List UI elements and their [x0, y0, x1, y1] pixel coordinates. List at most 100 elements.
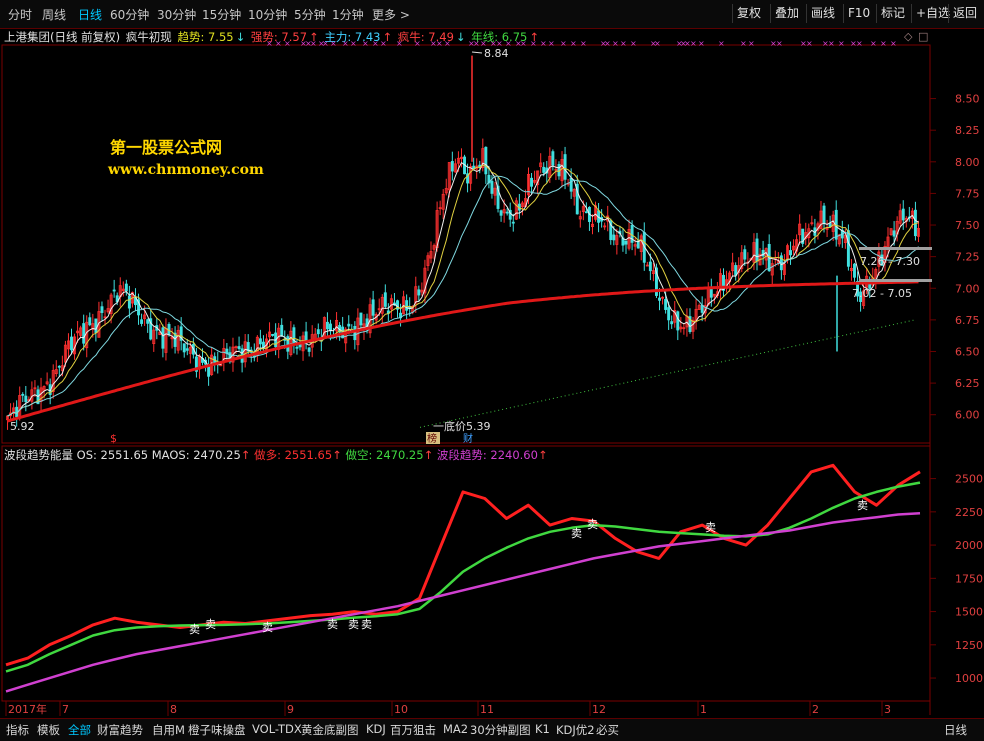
candle-body: [658, 297, 661, 301]
cai-tag-label[interactable]: 财: [463, 432, 473, 445]
tab-orange-trade[interactable]: 橙子味操盘: [188, 722, 246, 738]
period-more[interactable]: 更多 >: [372, 6, 410, 23]
candle-body: [484, 146, 488, 175]
signal-x-marker: ×: [612, 39, 619, 48]
diamond-icon[interactable]: ◇: [904, 30, 913, 43]
signal-x-marker: ×: [530, 39, 537, 48]
period-daily[interactable]: 日线: [78, 6, 102, 23]
overlay-button[interactable]: 叠加: [770, 4, 803, 23]
tab-k1[interactable]: K1: [535, 722, 550, 736]
tab-all[interactable]: 全部: [68, 722, 91, 738]
y-tick-label: 8.25: [955, 124, 980, 137]
signal-x-marker: ×: [540, 39, 547, 48]
candle-body: [676, 311, 680, 331]
signal-x-marker: ×: [870, 39, 877, 48]
bang-tag-label: 榜: [427, 432, 437, 445]
square-icon[interactable]: □: [918, 30, 928, 43]
period-10min[interactable]: 10分钟: [248, 6, 287, 23]
candle-body: [225, 348, 229, 354]
candle-body: [828, 223, 832, 227]
candle-body: [624, 240, 628, 245]
candle-body: [100, 306, 104, 313]
sell-marker: 卖: [205, 618, 216, 631]
signal-x-marker: ×: [350, 39, 357, 48]
mark-button[interactable]: 标记: [876, 4, 909, 23]
tab-gold-bottom[interactable]: 黄金底副图: [301, 722, 359, 738]
period-15min[interactable]: 15分钟: [202, 6, 241, 23]
fuquan-button[interactable]: 复权: [732, 4, 765, 23]
signal-x-marker: ×: [362, 39, 369, 48]
candle-body: [371, 299, 375, 316]
tab-indicator[interactable]: 指标: [6, 722, 29, 738]
watermark-url: www.chnmoney.com: [108, 162, 264, 178]
f10-button[interactable]: F10: [843, 4, 874, 23]
x-tick-label: 9: [287, 703, 294, 716]
candle-body: [846, 230, 850, 267]
period-30min[interactable]: 30分钟: [157, 6, 196, 23]
x-axis: 2017年 7 8 9 10 11 12 1 2 3: [5, 701, 891, 716]
candle-body: [325, 321, 329, 330]
stock-chart[interactable]: 6.00 6.25 6.50 6.75 7.00 7.25 7.50 7.75 8.00 8.25…: [0, 28, 984, 718]
signal-x-marker: ×: [548, 39, 555, 48]
period-weekly[interactable]: 周线: [42, 6, 66, 23]
candle-body: [286, 336, 290, 352]
signal-x-marker: ×: [380, 39, 387, 48]
signal-x-marker: ×: [890, 39, 897, 48]
bottom-period-label: 日线: [944, 723, 967, 737]
candle-body: [57, 365, 61, 368]
x-tick-label: 10: [394, 703, 408, 716]
signal-x-marker: ×: [856, 39, 863, 48]
signal-x-marker: ×: [342, 39, 349, 48]
period-fenshi[interactable]: 分时: [8, 6, 32, 23]
y-tick-label: 7.25: [955, 251, 980, 264]
candle-body: [383, 292, 387, 307]
tab-custom-m[interactable]: 自用M: [152, 722, 185, 738]
tab-template[interactable]: 模板: [37, 722, 60, 738]
ma10-line: [7, 164, 919, 417]
sub-chart-frame: [1, 445, 931, 702]
tab-vol-tdx[interactable]: VOL-TDX: [252, 722, 302, 736]
candle-body: [734, 265, 738, 276]
y-tick-label: 1750: [955, 572, 983, 585]
signal-x-marker: ×: [698, 39, 705, 48]
watermark-title: 第一股票公式网: [110, 138, 223, 157]
x-tick-label: 8: [170, 703, 177, 716]
os-lines: [5, 463, 921, 693]
candle-body: [789, 250, 792, 256]
tab-million-snipe[interactable]: 百万狙击: [390, 722, 436, 738]
tab-kdj[interactable]: KDJ: [366, 722, 386, 736]
signal-x-marker: ×: [372, 39, 379, 48]
period-60min[interactable]: 60分钟: [110, 6, 149, 23]
period-5min[interactable]: 5分钟: [294, 6, 326, 23]
sell-marker: 卖: [857, 499, 868, 512]
tab-wealth-trend[interactable]: 财富趋势: [97, 722, 143, 738]
candle-body: [88, 317, 92, 326]
draw-button[interactable]: 画线: [806, 4, 839, 23]
candlesticks: [6, 55, 920, 430]
tab-30min-sub[interactable]: 30分钟副图: [470, 722, 531, 738]
candle-body: [307, 347, 311, 352]
signal-x-marker: ×: [580, 39, 587, 48]
ma5-line: [7, 161, 919, 417]
moving-averages: [7, 161, 919, 423]
candle-body: [207, 365, 211, 377]
signal-x-marker: ×: [806, 39, 813, 48]
candle-body: [490, 180, 494, 194]
candle-body: [648, 261, 652, 272]
tab-kdj2[interactable]: KDJ优2: [556, 722, 595, 738]
tab-must-buy[interactable]: 必买: [596, 722, 619, 738]
candle-body: [853, 263, 856, 278]
back-button[interactable]: 返回: [948, 4, 981, 23]
candle-body: [185, 348, 189, 351]
signal-x-marker: ×: [444, 39, 451, 48]
dotted-trend-line: [419, 319, 916, 428]
signal-markers: × × × ××× ×× × × × × × × × × × × × ×× × × × × ×× × × × × × × ×× × × × ××…: [266, 39, 897, 48]
period-1min[interactable]: 1分钟: [332, 6, 364, 23]
range2-bar: [859, 279, 932, 282]
candle-body: [664, 299, 668, 310]
sell-marker: 卖: [571, 527, 582, 540]
sell-marker: 卖: [361, 618, 372, 631]
tab-ma2[interactable]: MA2: [443, 722, 468, 736]
candle-body: [24, 395, 28, 403]
signal-x-marker: ×: [396, 39, 403, 48]
